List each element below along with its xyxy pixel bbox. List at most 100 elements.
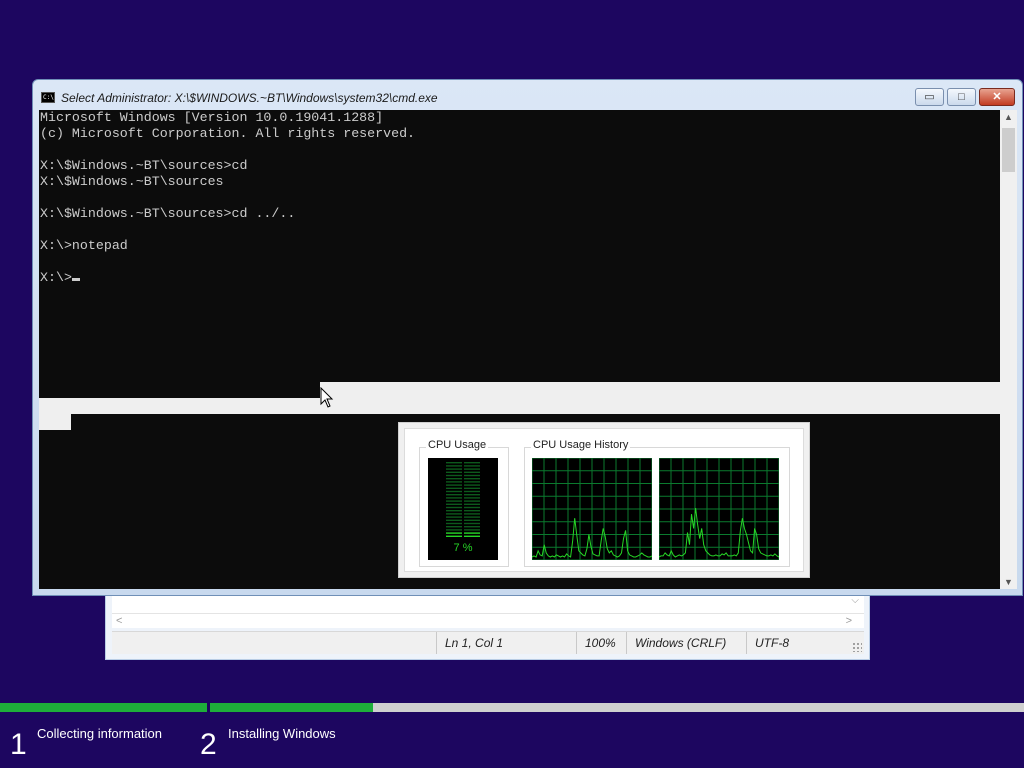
cpu-meter-segment — [446, 487, 462, 489]
scroll-left-arrow[interactable]: < — [116, 614, 122, 628]
console-line: X:\$Windows.~BT\sources>cd ../.. — [40, 206, 296, 221]
progress-bar-step-2 — [210, 703, 1024, 712]
cpu-meter-segment — [446, 503, 462, 505]
cmd-icon: C:\ — [41, 92, 55, 103]
cpu-meter-segment — [446, 490, 462, 493]
cpu-meter-segment — [464, 513, 480, 515]
console-prompt-line[interactable]: X:\> — [39, 270, 1000, 286]
cpu-meter-segment — [446, 468, 462, 470]
cpu-meter-segment — [464, 474, 480, 477]
cpu-meter-segment — [446, 510, 462, 512]
cpu-meter-segment — [446, 513, 462, 515]
console-prompt: X:\> — [40, 270, 72, 285]
cpu-meter-segment — [464, 503, 480, 505]
status-encoding: UTF-8 — [746, 632, 864, 654]
console-line — [39, 222, 1000, 238]
console-line: (c) Microsoft Corporation. All rights re… — [40, 126, 416, 141]
cpu-meter-segment — [446, 500, 462, 502]
cpu-history-graph-core-2 — [658, 457, 780, 561]
cpu-usage-meter: 7 % — [428, 458, 498, 560]
cpu-percent-text: 7 % — [453, 542, 473, 554]
console-line: Microsoft Windows [Version 10.0.19041.12… — [40, 110, 384, 125]
cpu-meter-segment — [446, 519, 462, 521]
cpu-meter-segment — [464, 490, 480, 493]
cpu-meter-segment — [446, 465, 462, 467]
cpu-meter-segment — [464, 497, 480, 499]
cpu-usage-label: CPU Usage — [426, 439, 489, 451]
cpu-meter-segment — [446, 471, 462, 473]
status-zoom: 100% — [576, 632, 626, 654]
notepad-window[interactable]: ⌵ < > Ln 1, Col 1 100% Windows (CRLF) UT… — [105, 592, 870, 660]
cpu-meter-segment — [446, 529, 462, 531]
maximize-button[interactable]: □ — [947, 88, 976, 106]
cpu-meter-segment — [464, 462, 480, 464]
cpu-meter-segment — [446, 484, 462, 486]
cpu-meter-segment — [446, 522, 462, 525]
cpu-meter-segment — [464, 506, 480, 509]
text-cursor — [71, 278, 80, 281]
cpu-history-graph-core-1 — [531, 457, 653, 561]
cpu-meter-segment — [464, 478, 480, 480]
cpu-meter-segment — [464, 500, 480, 502]
window-title: Select Administrator: X:\$WINDOWS.~BT\Wi… — [61, 91, 438, 105]
cpu-meter-segment — [464, 468, 480, 470]
cpu-meter-segment — [464, 522, 480, 525]
cmd-vertical-scrollbar[interactable]: ▲ ▼ — [1000, 110, 1017, 589]
notepad-status-bar: Ln 1, Col 1 100% Windows (CRLF) UTF-8 — [112, 631, 864, 654]
notepad-scroll-down-arrow[interactable]: ⌵ — [851, 595, 859, 606]
render-glitch-block — [39, 414, 71, 430]
cpu-meter-segment — [464, 532, 480, 534]
resize-grip[interactable] — [852, 642, 862, 652]
scroll-down-arrow[interactable]: ▼ — [1000, 577, 1017, 587]
cpu-meter-segment — [464, 484, 480, 486]
cpu-meter-segment — [464, 465, 480, 467]
step-number: 1 — [10, 728, 27, 761]
console-line — [39, 142, 1000, 158]
step-number: 2 — [200, 728, 217, 761]
task-manager-performance-panel: CPU Usage 7 % CPU Usage History — [398, 422, 810, 578]
cpu-meter-segment — [446, 506, 462, 509]
cpu-meter-segment — [464, 519, 480, 521]
close-button[interactable]: ✕ — [979, 88, 1015, 106]
cmd-title-bar[interactable]: C:\ Select Administrator: X:\$WINDOWS.~B… — [33, 80, 1022, 110]
render-glitch-strip — [39, 382, 1000, 414]
minimize-button[interactable]: ▭ — [915, 88, 944, 106]
cpu-meter-segment — [446, 497, 462, 499]
cpu-meter-segment — [464, 516, 480, 518]
status-line-endings: Windows (CRLF) — [626, 632, 746, 654]
notepad-text-area[interactable] — [112, 593, 864, 614]
cpu-meter-segment — [446, 526, 462, 528]
cpu-meter-segment — [446, 478, 462, 480]
cpu-meter-segment — [464, 481, 480, 483]
scroll-up-arrow[interactable]: ▲ — [1000, 112, 1017, 122]
console-line: X:\$Windows.~BT\sources — [40, 174, 224, 189]
progress-bar-step-1 — [0, 703, 207, 712]
progress-fill-step-2 — [210, 703, 373, 712]
console-line: X:\>notepad — [40, 238, 128, 253]
console-line: X:\$Windows.~BT\sources>cd — [40, 158, 248, 173]
cpu-meter-segment — [464, 510, 480, 512]
console-line — [39, 190, 1000, 206]
cpu-meter-segment — [446, 516, 462, 518]
cpu-meter-segment — [446, 532, 462, 534]
cpu-meter-segment — [464, 487, 480, 489]
cpu-meter-segment — [464, 535, 480, 537]
cpu-meter-segment — [446, 535, 462, 537]
step-label: Installing Windows — [228, 726, 336, 741]
cpu-meter-segment — [446, 474, 462, 477]
mouse-pointer-icon — [320, 387, 334, 408]
scroll-right-arrow[interactable]: > — [846, 614, 852, 628]
cpu-history-group: CPU Usage History — [524, 439, 790, 567]
cpu-meter-segment — [446, 462, 462, 464]
cpu-meter-segment — [464, 526, 480, 528]
status-position: Ln 1, Col 1 — [436, 632, 576, 654]
scroll-thumb[interactable] — [1002, 128, 1015, 172]
notepad-horizontal-scrollbar[interactable]: < > — [112, 613, 864, 628]
cpu-usage-group: CPU Usage 7 % — [419, 439, 509, 567]
cpu-meter-segment — [464, 494, 480, 496]
cpu-meter-segment — [464, 471, 480, 473]
console-line — [39, 254, 1000, 270]
step-label: Collecting information — [37, 726, 163, 741]
cpu-meter-segment — [446, 494, 462, 496]
cpu-history-label: CPU Usage History — [531, 439, 631, 451]
